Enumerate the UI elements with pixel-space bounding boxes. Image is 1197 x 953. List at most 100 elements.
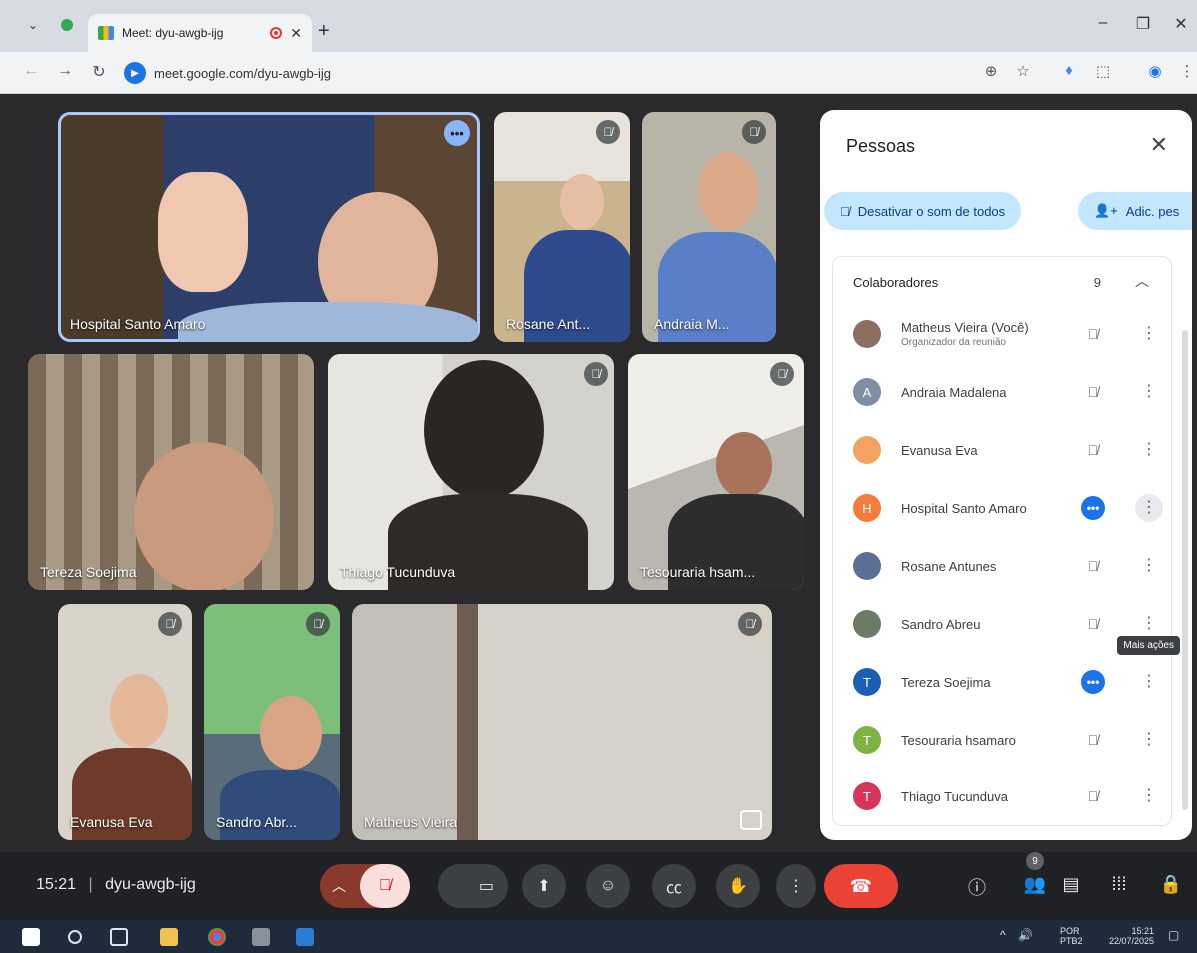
- video-tile[interactable]: 🎙̸ Matheus Vieira: [352, 604, 772, 840]
- window-close-icon[interactable]: ✕: [1166, 14, 1196, 34]
- people-icon[interactable]: 👥: [1022, 874, 1048, 895]
- tab-group-icon[interactable]: [54, 12, 80, 38]
- participant-name: Evanusa Eva: [70, 814, 153, 830]
- mic-options-chevron-icon[interactable]: ︿: [332, 876, 346, 896]
- browser-tab[interactable]: Meet: dyu-awgb-ijg ✕: [88, 14, 312, 52]
- more-actions-icon[interactable]: ⋮: [1135, 494, 1163, 522]
- mic-off-icon: 🎙̸: [840, 203, 850, 219]
- more-actions-icon[interactable]: ⋮: [1135, 782, 1163, 810]
- video-tile[interactable]: Tereza Soejima: [28, 354, 314, 590]
- extension-icon[interactable]: ♦: [1058, 62, 1080, 79]
- more-actions-icon[interactable]: ⋮: [1135, 610, 1163, 638]
- more-actions-icon[interactable]: ⋮: [1135, 668, 1163, 696]
- notifications-icon[interactable]: ▢: [1168, 929, 1179, 941]
- more-options-icon[interactable]: •••: [444, 120, 470, 146]
- clock-date: 22/07/2025: [1108, 936, 1154, 946]
- minimize-icon[interactable]: –: [1088, 14, 1118, 32]
- video-tile[interactable]: 🎙̸ Evanusa Eva: [58, 604, 192, 840]
- participant-row[interactable]: T Thiago Tucunduva 🎙̸ ⋮: [853, 771, 1163, 821]
- video-tile[interactable]: ••• Hospital Santo Amaro: [58, 112, 480, 342]
- back-icon[interactable]: ←: [20, 62, 42, 80]
- speaking-indicator-icon: •••: [1081, 496, 1105, 520]
- panel-scrollbar[interactable]: [1182, 330, 1188, 810]
- participant-row[interactable]: Evanusa Eva 🎙̸ ⋮: [853, 425, 1163, 475]
- windows-start-icon[interactable]: [22, 928, 40, 946]
- mute-all-button[interactable]: 🎙̸ Desativar o som de todos: [824, 192, 1022, 230]
- avatar: T: [853, 782, 881, 810]
- reactions-button[interactable]: ☺: [586, 864, 630, 908]
- video-tile[interactable]: 🎙̸ Sandro Abr...: [204, 604, 340, 840]
- task-view-icon[interactable]: [110, 928, 128, 946]
- file-explorer-icon[interactable]: [160, 928, 178, 946]
- participant-name: Tereza Soejima: [40, 564, 137, 580]
- more-actions-icon[interactable]: ⋮: [1135, 552, 1163, 580]
- add-person-icon: 👤+: [1094, 203, 1118, 218]
- leave-call-button[interactable]: ☎: [824, 864, 898, 908]
- forward-icon[interactable]: →: [54, 62, 76, 80]
- more-options-button[interactable]: ⋮: [776, 864, 816, 908]
- extensions-puzzle-icon[interactable]: ⬚: [1092, 62, 1114, 80]
- participant-row-name: Andraia Madalena: [901, 384, 1007, 400]
- avatar: T: [853, 668, 881, 696]
- participant-name: Thiago Tucunduva: [340, 564, 456, 580]
- participant-row[interactable]: H Hospital Santo Amaro ••• ⋮: [853, 483, 1163, 533]
- search-icon[interactable]: [68, 930, 82, 944]
- host-controls-icon[interactable]: 🔒: [1158, 874, 1184, 895]
- new-tab-button[interactable]: +: [318, 20, 330, 43]
- participant-row[interactable]: Rosane Antunes 🎙̸ ⋮: [853, 541, 1163, 591]
- more-actions-icon[interactable]: ⋮: [1135, 436, 1163, 464]
- collapse-chevron-icon[interactable]: ︿: [1135, 271, 1149, 291]
- muted-mic-icon: 🎙̸: [738, 612, 762, 636]
- video-tile[interactable]: 🎙̸ Andraia M...: [642, 112, 776, 342]
- tab-close-icon[interactable]: ✕: [290, 25, 302, 42]
- system-clock[interactable]: 15:21 22/07/2025: [1096, 926, 1154, 946]
- close-panel-icon[interactable]: ✕: [1150, 132, 1168, 158]
- video-tile[interactable]: 🎙̸ Rosane Ant...: [494, 112, 630, 342]
- url-text: meet.google.com/dyu-awgb-ijg: [154, 65, 332, 81]
- microphone-toggle-button[interactable]: 🎙̸: [360, 864, 410, 908]
- participant-row[interactable]: T Tesouraria hsamaro 🎙̸ ⋮: [853, 715, 1163, 765]
- chrome-icon[interactable]: [208, 928, 226, 946]
- video-tile[interactable]: 🎙̸ Tesouraria hsam...: [628, 354, 804, 590]
- participant-row[interactable]: Matheus Vieira (Você) Organizador da reun…: [853, 309, 1163, 359]
- captions-button[interactable]: ㏄: [652, 864, 696, 908]
- chat-icon[interactable]: ▤: [1058, 874, 1084, 895]
- browser-menu-icon[interactable]: ⋮: [1176, 62, 1197, 80]
- meeting-details-icon[interactable]: ⓘ: [964, 874, 990, 900]
- present-screen-button[interactable]: ⬆: [522, 864, 566, 908]
- panel-title: Pessoas: [846, 136, 916, 156]
- avatar: [853, 436, 881, 464]
- people-panel: Pessoas ✕ 🎙̸ Desativar o som de todos 👤+…: [820, 110, 1192, 840]
- participant-row[interactable]: A Andraia Madalena 🎙̸ ⋮: [853, 367, 1163, 417]
- add-people-button[interactable]: 👤+ Adic. pes: [1078, 192, 1192, 230]
- avatar: [853, 610, 881, 638]
- outlook-icon[interactable]: [296, 928, 314, 946]
- more-actions-icon[interactable]: ⋮: [1135, 378, 1163, 406]
- more-actions-icon[interactable]: ⋮: [1135, 320, 1163, 348]
- volume-icon[interactable]: 🔊: [1018, 929, 1033, 941]
- tab-search-icon[interactable]: ⌄: [20, 12, 46, 38]
- profile-icon[interactable]: ◉: [1144, 62, 1166, 80]
- language-indicator[interactable]: POR PTB2: [1060, 926, 1083, 946]
- activities-icon[interactable]: ⁞⁞⁞: [1106, 874, 1132, 895]
- zoom-icon[interactable]: ⊕: [980, 62, 1002, 80]
- avatar: T: [853, 726, 881, 754]
- restore-icon[interactable]: ❐: [1128, 14, 1158, 34]
- picture-in-picture-icon[interactable]: [740, 810, 762, 830]
- participant-row[interactable]: T Tereza Soejima ••• ⋮: [853, 657, 1163, 707]
- tray-chevron-icon[interactable]: ^: [1000, 929, 1006, 941]
- more-actions-icon[interactable]: ⋮: [1135, 726, 1163, 754]
- meeting-stage: ••• Hospital Santo Amaro 🎙̸ Rosane Ant..…: [0, 94, 1197, 920]
- site-info-icon[interactable]: ▶: [124, 62, 146, 84]
- camera-toggle-button[interactable]: ▭: [438, 864, 508, 908]
- browser-tab-bar: ⌄ Meet: dyu-awgb-ijg ✕ + – ❐ ✕: [0, 0, 1197, 52]
- muted-mic-icon: 🎙̸: [1087, 788, 1099, 804]
- reload-icon[interactable]: ↻: [88, 62, 110, 82]
- present-icon: ⬆: [537, 878, 551, 895]
- participant-row-name: Hospital Santo Amaro: [901, 500, 1027, 516]
- app-icon[interactable]: [252, 928, 270, 946]
- bookmark-star-icon[interactable]: ☆: [1012, 62, 1034, 80]
- raise-hand-button[interactable]: ✋: [716, 864, 760, 908]
- video-tile[interactable]: 🎙̸ Thiago Tucunduva: [328, 354, 614, 590]
- participant-name: Andraia M...: [654, 316, 730, 332]
